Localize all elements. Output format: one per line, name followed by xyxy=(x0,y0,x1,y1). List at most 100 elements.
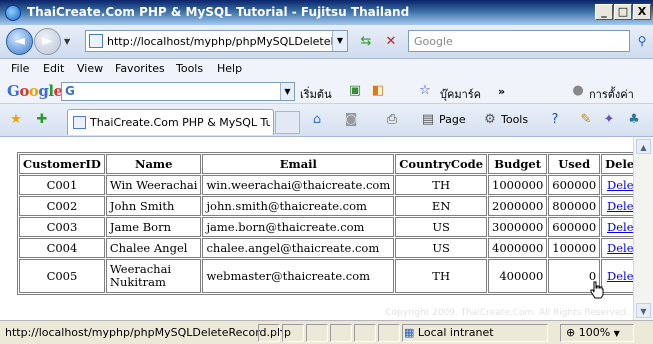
page-icon xyxy=(89,34,103,48)
header-customerid: CustomerID xyxy=(19,154,105,174)
cell-budget: 3000000 xyxy=(488,217,548,237)
cell-countrycode: US xyxy=(395,238,488,258)
research-icon[interactable]: ✎ xyxy=(576,110,596,130)
cell-customerid: C005 xyxy=(19,259,105,293)
ie-app-icon xyxy=(5,5,21,21)
delete-link[interactable]: Delete xyxy=(607,178,633,192)
scroll-up-icon[interactable]: ▲ xyxy=(636,139,651,154)
zone-text: Local intranet xyxy=(417,326,494,339)
google-bookmarks-label[interactable]: บุ๊คมาร์ค xyxy=(440,85,481,103)
zoom-control[interactable]: ⊕ 100% ▼ xyxy=(566,326,620,339)
address-url[interactable]: http://localhost/myphp/phpMySQLDeleteRec… xyxy=(107,35,332,48)
scroll-down-icon[interactable]: ▼ xyxy=(636,303,651,318)
menu-bar: File Edit View Favorites Tools Help xyxy=(0,59,653,79)
cell-name: Win Weerachai xyxy=(105,175,202,195)
cell-email: webmaster@thaicreate.com xyxy=(202,259,395,293)
copyright-watermark: Copyright 2009. ThaiCreate.Com. All Righ… xyxy=(385,308,629,318)
cell-delete: Delete xyxy=(601,217,633,237)
table-row: C001 Win Weerachai win.weerachai@thaicre… xyxy=(19,175,633,195)
back-button[interactable]: ◄ xyxy=(6,28,33,55)
new-tab-button[interactable] xyxy=(275,111,300,134)
search-input[interactable]: Google xyxy=(408,30,630,52)
cell-countrycode: TH xyxy=(395,175,488,195)
cell-email: jame.born@thaicreate.com xyxy=(202,217,395,237)
cell-budget: 1000000 xyxy=(488,175,548,195)
tab-title: ThaiCreate.Com PHP & MySQL Tut... xyxy=(90,116,270,129)
menu-view[interactable]: View xyxy=(77,62,103,75)
maximize-button[interactable]: □ xyxy=(614,4,632,20)
table-row: C004 Chalee Angel chalee.angel@thaicreat… xyxy=(19,238,633,258)
status-bar: http://localhost/myphp/phpMySQLDeleteRec… xyxy=(0,320,653,344)
google-logo: Google xyxy=(7,82,63,100)
google-search-field[interactable]: G ▼ xyxy=(61,82,295,101)
minimize-button[interactable]: _ xyxy=(595,4,613,20)
more-chevron-icon[interactable]: » xyxy=(498,85,505,98)
delete-link[interactable]: Delete xyxy=(607,220,633,234)
menu-edit[interactable]: Edit xyxy=(43,62,64,75)
intranet-icon: ▦ xyxy=(404,326,415,339)
cell-customerid: C001 xyxy=(19,175,105,195)
menu-file[interactable]: File xyxy=(11,62,29,75)
vertical-scrollbar[interactable]: ▲ ▼ xyxy=(633,137,653,320)
menu-tools[interactable]: Tools xyxy=(176,62,203,75)
cell-email: john.smith@thaicreate.com xyxy=(202,196,395,216)
google-start-label[interactable]: เริ่มต้น xyxy=(300,85,332,103)
menu-help[interactable]: Help xyxy=(217,62,242,75)
zoom-level: 100% xyxy=(578,326,611,339)
tools-menu-label[interactable]: Tools xyxy=(501,113,528,126)
favorites-star-icon[interactable]: ★ xyxy=(6,110,26,130)
page-menu-label[interactable]: Page xyxy=(439,113,466,126)
cell-used: 600000 xyxy=(548,217,601,237)
page-icon-menu[interactable]: ▤ xyxy=(418,110,438,130)
refresh-icon[interactable]: ⇆ xyxy=(356,32,376,52)
help-icon[interactable]: ? xyxy=(545,110,565,130)
history-dropdown-icon[interactable]: ▼ xyxy=(64,37,70,46)
status-segment xyxy=(258,324,280,342)
cell-used: 100000 xyxy=(548,238,601,258)
cell-name: Chalee Angel xyxy=(105,238,202,258)
cell-customerid: C004 xyxy=(19,238,105,258)
feeds-icon[interactable]: ◙ xyxy=(341,110,361,130)
zoom-dropdown-icon[interactable]: ▼ xyxy=(614,329,620,338)
zoom-icon: ⊕ xyxy=(566,326,576,339)
cell-customerid: C003 xyxy=(19,217,105,237)
settings-circle-icon[interactable]: ● xyxy=(568,81,588,101)
cell-delete: Delete xyxy=(601,175,633,195)
stop-icon[interactable]: ✕ xyxy=(381,32,401,52)
cell-name: John Smith xyxy=(105,196,202,216)
image-icon[interactable]: ▣ xyxy=(345,81,365,101)
popup-blocker-icon[interactable]: ◧ xyxy=(368,81,388,101)
google-settings-label[interactable]: การตั้งค่า xyxy=(589,85,634,103)
delete-link[interactable]: Delete xyxy=(607,269,633,283)
status-text: http://localhost/myphp/phpMySQLDeleteRec… xyxy=(5,326,291,339)
menu-favorites[interactable]: Favorites xyxy=(115,62,165,75)
tools-gear-icon[interactable]: ⚙ xyxy=(480,110,500,130)
status-segment xyxy=(282,324,304,342)
status-segment xyxy=(354,324,376,342)
print-icon[interactable]: ⎙ xyxy=(382,110,402,130)
status-segment xyxy=(306,324,328,342)
search-icon[interactable]: ⚲ xyxy=(633,30,651,52)
tab-active[interactable]: ThaiCreate.Com PHP & MySQL Tut... xyxy=(67,109,274,135)
address-dropdown-icon[interactable]: ▼ xyxy=(332,31,347,51)
cell-name: Jame Born xyxy=(105,217,202,237)
forward-button[interactable]: ► xyxy=(34,28,61,55)
google-dropdown-icon[interactable]: ▼ xyxy=(280,83,294,100)
messenger-icon[interactable]: ♣ xyxy=(624,110,644,130)
close-button[interactable]: X xyxy=(633,4,651,20)
addon-icon[interactable]: ✦ xyxy=(599,110,619,130)
google-g-icon: G xyxy=(65,84,75,98)
cell-delete: Delete xyxy=(601,196,633,216)
add-favorites-icon[interactable]: ✚ xyxy=(32,110,52,130)
command-bar: ★ ✚ ThaiCreate.Com PHP & MySQL Tut... ⌂ … xyxy=(0,104,653,137)
header-name: Name xyxy=(105,154,202,174)
star-icon[interactable]: ☆ xyxy=(415,81,435,101)
cell-countrycode: TH xyxy=(395,259,488,293)
title-bar: ThaiCreate.Com PHP & MySQL Tutorial - Fu… xyxy=(0,0,653,25)
address-bar[interactable]: http://localhost/myphp/phpMySQLDeleteRec… xyxy=(85,30,348,52)
delete-link[interactable]: Delete xyxy=(607,199,633,213)
cell-delete: Delete xyxy=(601,259,633,293)
header-email: Email xyxy=(202,154,395,174)
home-icon[interactable]: ⌂ xyxy=(307,110,327,130)
delete-link[interactable]: Delete xyxy=(607,241,633,255)
